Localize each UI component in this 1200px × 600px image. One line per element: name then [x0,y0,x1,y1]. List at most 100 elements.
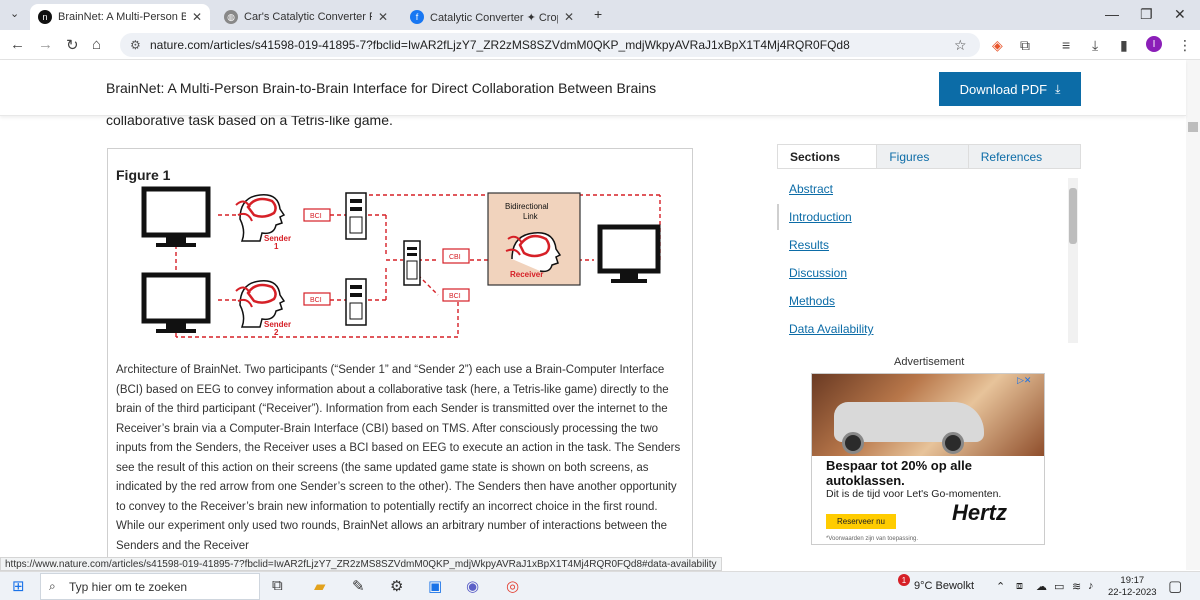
article-sticky-header: BrainNet: A Multi-Person Brain-to-Brain … [0,60,1186,116]
nature-icon: n [38,10,52,24]
browser-tab-strip: ⌄ n BrainNet: A Multi-Person Brain- ✕ ◍ … [0,0,1200,30]
close-icon[interactable]: ✕ [192,10,202,24]
volume-icon[interactable]: ♪ [1088,580,1094,592]
wifi-icon[interactable]: ≋ [1072,580,1081,593]
link-status-bubble: https://www.nature.com/articles/s41598-0… [0,557,722,571]
tab-brainnet[interactable]: n BrainNet: A Multi-Person Brain- ✕ [30,4,210,30]
bookmark-star-icon[interactable]: ☆ [954,37,967,54]
extension-icon[interactable]: ◈ [992,37,1003,54]
figure-title: Figure 1 [116,167,171,183]
sender2-monitor-icon [141,272,211,333]
taskbar-search-input[interactable]: ⌕ Typ hier om te zoeken [40,573,260,600]
weather-notification-badge: 1 [898,574,910,586]
tab-figures[interactable]: Figures [877,145,969,168]
file-explorer-icon[interactable]: ▰ [314,577,326,595]
sender1-computer-icon [345,192,367,240]
hertz-ad[interactable]: ▷✕ Bespaar tot 20% op alle autoklassen. … [811,373,1045,545]
clock-time: 19:17 [1120,575,1145,586]
link-label: Link [523,212,539,221]
bidirectional-label: Bidirectional [505,202,549,211]
site-info-icon[interactable]: ⚙ [130,38,141,52]
taskbar-clock[interactable]: 19:17 22-12-2023 [1108,575,1157,599]
search-placeholder: Typ hier om te zoeken [69,579,188,594]
section-link-introduction[interactable]: Introduction [789,210,852,224]
settings-gear-icon[interactable]: ⚙ [390,577,403,595]
reading-list-icon[interactable]: ≡ [1062,37,1070,53]
wheel-icon [942,432,964,454]
bci-box-sender1: BCI [303,208,331,222]
section-link-abstract[interactable]: Abstract [789,182,833,196]
onedrive-icon[interactable]: ☁ [1036,580,1047,593]
windows-start-icon[interactable]: ⊞ [12,577,25,595]
article-title: BrainNet: A Multi-Person Brain-to-Brain … [106,80,657,96]
paint-icon[interactable]: ✎ [352,577,365,595]
ad-headline: Bespaar tot 20% op alle autoklassen. [826,458,972,488]
close-icon[interactable]: ✕ [564,10,574,24]
url-bar[interactable]: ⚙ nature.com/articles/s41598-019-41895-7… [120,33,980,57]
bci-box-sender2: BCI [303,292,331,306]
cbi-label: CBI [449,254,461,261]
globe-icon: ◍ [224,10,238,24]
tray-app-icon[interactable]: ⧈ [1016,580,1023,593]
reserveer-button[interactable]: Reserveer nu [826,514,896,529]
battery-icon[interactable]: ▭ [1054,580,1064,593]
tray-chevron-icon[interactable]: ⌃ [996,580,1005,593]
search-icon: ⌕ [49,579,56,593]
bci-label: BCI [449,293,461,300]
home-icon[interactable]: ⌂ [92,36,101,53]
download-arrow-icon: ⤓ [1055,81,1061,96]
ad-disclaimer: *Voorwaarden zijn van toepassing. [826,536,919,542]
window-close-icon[interactable]: ✕ [1174,6,1186,23]
photos-icon[interactable]: ▣ [428,577,442,595]
profile-avatar[interactable]: I [1146,36,1162,52]
side-panel-icon[interactable]: ▮ [1120,37,1128,54]
download-pdf-label: Download PDF [959,81,1048,97]
sections-scroll-thumb[interactable] [1069,188,1077,244]
menu-kebab-icon[interactable]: ⋮ [1178,37,1192,54]
tab-label: Catalytic Converter ✦ Crop Prot [430,11,558,24]
download-pdf-button[interactable]: Download PDF ⤓ [939,72,1081,106]
reload-icon[interactable]: ↻ [66,36,79,54]
active-section-marker [777,204,779,230]
tab-search-icon[interactable]: ⌄ [10,7,19,20]
bci-label: BCI [310,213,322,220]
weather-text[interactable]: 9°C Bewolkt [914,580,974,592]
receiver-monitor-icon [597,224,661,283]
sections-list: Abstract Introduction Results Discussion… [777,178,1077,346]
page-scrollbar[interactable] [1186,60,1200,570]
cbi-box: CBI [442,248,470,264]
hertz-logo: Hertz [952,500,1008,525]
app-icon[interactable]: ◉ [466,577,479,595]
receiver-label: Receiver [510,270,543,279]
tab-catalytic-product[interactable]: ◍ Car's Catalytic Converter Produ ✕ [216,4,396,30]
sender2-computer-icon [345,278,367,326]
tab-references[interactable]: References [968,145,1080,168]
section-link-data-availability[interactable]: Data Availability [789,322,874,336]
back-icon[interactable]: ← [10,36,25,53]
new-tab-icon[interactable]: + [594,6,602,22]
bci-label: BCI [310,297,322,304]
restore-icon[interactable]: ❐ [1140,6,1153,23]
chrome-icon[interactable]: ◎ [506,577,519,595]
notification-center-icon[interactable]: ▢ [1168,577,1182,595]
figure-caption: Architecture of BrainNet. Two participan… [116,364,681,552]
minimize-icon[interactable]: — [1105,6,1119,22]
section-link-discussion[interactable]: Discussion [789,266,847,280]
ad-subtext: Dit is de tijd voor Let's Go-momenten. [826,488,1002,500]
figure-1-panel: Figure 1 Sender 1 Sender 2 BCI BCI BCI C… [107,148,693,568]
close-icon[interactable]: ✕ [378,10,388,24]
download-icon[interactable]: ⤓ [1092,37,1098,54]
page-scroll-thumb[interactable] [1188,122,1198,132]
section-link-results[interactable]: Results [789,238,829,252]
tab-label: BrainNet: A Multi-Person Brain- [58,11,186,23]
tab-catalytic-facebook[interactable]: f Catalytic Converter ✦ Crop Prot ✕ [402,4,582,30]
address-toolbar: ← → ↻ ⌂ ⚙ nature.com/articles/s41598-019… [0,30,1200,60]
section-link-methods[interactable]: Methods [789,294,835,308]
tab-sections[interactable]: Sections [778,145,878,168]
forward-icon[interactable]: → [38,36,53,53]
advertisement-label: Advertisement [894,356,965,368]
ad-choices-close-icon[interactable]: ▷✕ [1017,375,1031,386]
tab-label: Car's Catalytic Converter Produ [244,11,372,23]
extensions-puzzle-icon[interactable]: ⧉ [1020,37,1030,54]
task-view-icon[interactable]: ⧉ [272,577,283,594]
